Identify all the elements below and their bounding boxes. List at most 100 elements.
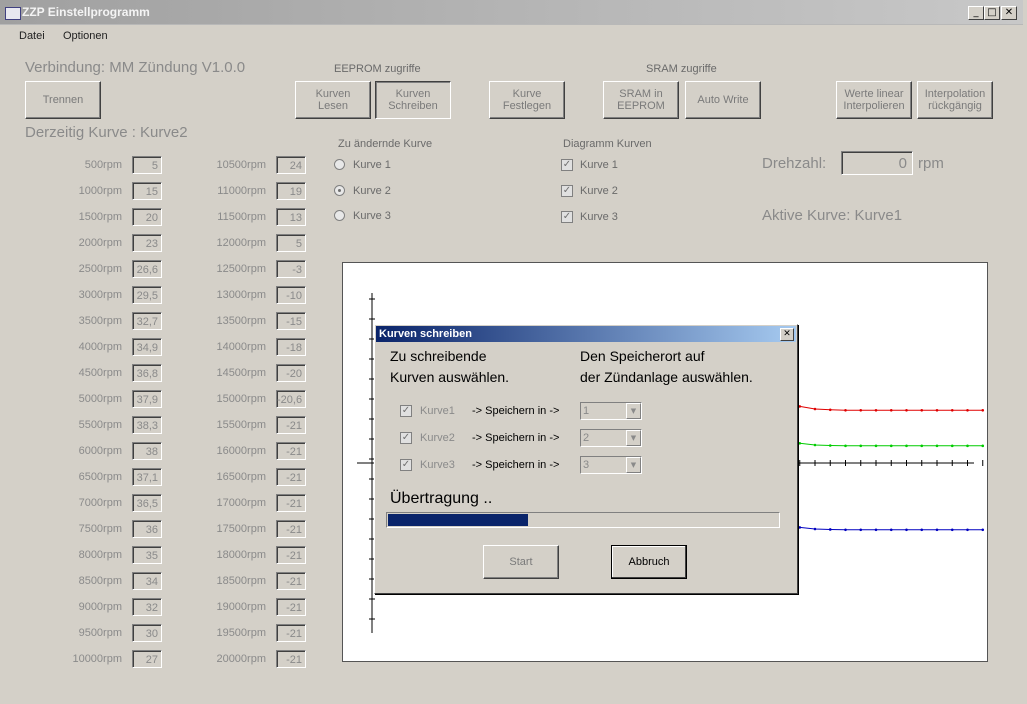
read-curves-button[interactable]: Kurven Lesen: [295, 81, 371, 119]
auto-write-button[interactable]: Auto Write: [685, 81, 761, 119]
right-table-value-field[interactable]: 24: [276, 156, 306, 174]
right-table-value-field[interactable]: -21: [276, 442, 306, 460]
dialog-row-kurve2-label: Kurve2: [420, 432, 455, 444]
speed-value-field: 0: [841, 151, 913, 175]
left-table-value-field[interactable]: 35: [132, 546, 162, 564]
chevron-down-icon[interactable]: ▼: [626, 403, 641, 419]
left-table-value-field[interactable]: 15: [132, 182, 162, 200]
curve-edit-title: Zu ändernde Kurve: [338, 138, 433, 150]
undo-interpolation-button[interactable]: Interpolation rückgängig: [917, 81, 993, 119]
right-table-rpm-label: 13500rpm: [216, 315, 266, 327]
series-point-kurve2: [859, 444, 863, 448]
radio-kurve-1-label: Kurve 1: [353, 159, 391, 171]
right-table-value-field[interactable]: -15: [276, 312, 306, 330]
sram-group-label: SRAM zugriffe: [646, 63, 717, 75]
radio-kurve-2-label: Kurve 2: [353, 185, 391, 197]
right-table-value-field[interactable]: -20: [276, 364, 306, 382]
dialog-slot-select-3-value: 3: [583, 459, 590, 471]
right-table-rpm-label: 14000rpm: [216, 341, 266, 353]
right-table-value-field[interactable]: -21: [276, 572, 306, 590]
eeprom-group-label: EEPROM zugriffe: [334, 63, 421, 75]
right-table-value-field[interactable]: -20,6: [276, 390, 306, 408]
left-table-value-field[interactable]: 23: [132, 234, 162, 252]
right-table-value-field[interactable]: -21: [276, 598, 306, 616]
left-table-value-field[interactable]: 5: [132, 156, 162, 174]
dialog-slot-select-2[interactable]: 2 ▼: [580, 429, 642, 447]
left-table-rpm-label: 6500rpm: [78, 471, 122, 483]
left-table-value-field[interactable]: 36: [132, 520, 162, 538]
left-table-value-field[interactable]: 30: [132, 624, 162, 642]
maximize-button[interactable]: □: [984, 6, 1000, 20]
dialog-slot-select-3[interactable]: 3 ▼: [580, 456, 642, 474]
radio-kurve-1[interactable]: [334, 159, 345, 170]
series-point-kurve2: [874, 444, 878, 448]
right-table-rpm-label: 14500rpm: [216, 367, 266, 379]
radio-kurve-2[interactable]: [334, 185, 345, 196]
series-point-kurve2: [950, 444, 954, 448]
right-table-value-field[interactable]: -3: [276, 260, 306, 278]
right-table-value-field[interactable]: -21: [276, 624, 306, 642]
dialog-checkbox-kurve1[interactable]: ✓: [400, 405, 412, 417]
right-table-value-field[interactable]: -10: [276, 286, 306, 304]
left-table-rpm-label: 6000rpm: [78, 445, 122, 457]
dialog-checkbox-kurve3[interactable]: ✓: [400, 459, 412, 471]
left-table-value-field[interactable]: 36,5: [132, 494, 162, 512]
start-button[interactable]: Start: [483, 545, 559, 579]
right-table-value-field[interactable]: -21: [276, 468, 306, 486]
left-table-value-field[interactable]: 29,5: [132, 286, 162, 304]
series-point-kurve2: [966, 444, 969, 448]
dialog-checkbox-kurve2[interactable]: ✓: [400, 432, 412, 444]
menu-optionen[interactable]: Optionen: [63, 30, 108, 42]
left-table-value-field[interactable]: 38: [132, 442, 162, 460]
left-table-value-field[interactable]: 32: [132, 598, 162, 616]
left-table-value-field[interactable]: 27: [132, 650, 162, 668]
dialog-row-kurve3-arrow: -> Speichern in ->: [472, 459, 560, 471]
disconnect-button[interactable]: Trennen: [25, 81, 101, 119]
dialog-right-text: Den Speicherort auf der Zündanlage auswä…: [580, 348, 753, 385]
dialog-close-button[interactable]: ✕: [780, 328, 794, 341]
left-table-rpm-label: 8500rpm: [78, 575, 122, 587]
series-point-kurve1: [798, 405, 802, 408]
checkbox-kurve-1-label: Kurve 1: [580, 159, 618, 171]
right-table-value-field[interactable]: -21: [276, 520, 306, 538]
menu-datei[interactable]: Datei: [19, 30, 45, 42]
left-table-value-field[interactable]: 37,9: [132, 390, 162, 408]
right-table-rpm-label: 11500rpm: [217, 211, 266, 223]
right-table-rpm-label: 12000rpm: [216, 237, 266, 249]
right-table-value-field[interactable]: 19: [276, 182, 306, 200]
chevron-down-icon[interactable]: ▼: [626, 430, 641, 446]
sram-to-eeprom-button[interactable]: SRAM in EEPROM: [603, 81, 679, 119]
left-table-value-field[interactable]: 20: [132, 208, 162, 226]
left-table-value-field[interactable]: 37,1: [132, 468, 162, 486]
abort-button[interactable]: Abbruch: [611, 545, 687, 579]
close-button[interactable]: ✕: [1001, 6, 1017, 20]
chevron-down-icon[interactable]: ▼: [626, 457, 641, 473]
right-table-value-field[interactable]: 13: [276, 208, 306, 226]
checkbox-kurve-1[interactable]: ✓: [561, 159, 573, 171]
dialog-slot-select-1-value: 1: [583, 405, 590, 417]
right-table-value-field[interactable]: 5: [276, 234, 306, 252]
radio-kurve-3[interactable]: [334, 210, 345, 221]
left-table-value-field[interactable]: 34: [132, 572, 162, 590]
interpolate-linear-button[interactable]: Werte linear Interpolieren: [836, 81, 912, 119]
checkbox-kurve-3[interactable]: ✓: [561, 211, 573, 223]
left-table-value-field[interactable]: 32,7: [132, 312, 162, 330]
right-table-value-field[interactable]: -21: [276, 546, 306, 564]
right-table-rpm-label: 10500rpm: [216, 159, 266, 171]
left-table-value-field[interactable]: 34,9: [132, 338, 162, 356]
right-table-value-field[interactable]: -21: [276, 494, 306, 512]
write-curves-button[interactable]: Kurven Schreiben: [375, 81, 451, 119]
right-table-rpm-label: 17500rpm: [216, 523, 266, 535]
left-table-value-field[interactable]: 26,6: [132, 260, 162, 278]
left-table-value-field[interactable]: 38,3: [132, 416, 162, 434]
series-point-kurve2: [828, 444, 832, 447]
set-curve-button[interactable]: Kurve Festlegen: [489, 81, 565, 119]
right-table-value-field[interactable]: -21: [276, 650, 306, 668]
right-table-value-field[interactable]: -18: [276, 338, 306, 356]
dialog-slot-select-1[interactable]: 1 ▼: [580, 402, 642, 420]
left-table-value-field[interactable]: 36,8: [132, 364, 162, 382]
series-point-kurve3: [813, 527, 817, 531]
checkbox-kurve-2[interactable]: ✓: [561, 185, 573, 197]
minimize-button[interactable]: _: [968, 6, 984, 20]
right-table-value-field[interactable]: -21: [276, 416, 306, 434]
